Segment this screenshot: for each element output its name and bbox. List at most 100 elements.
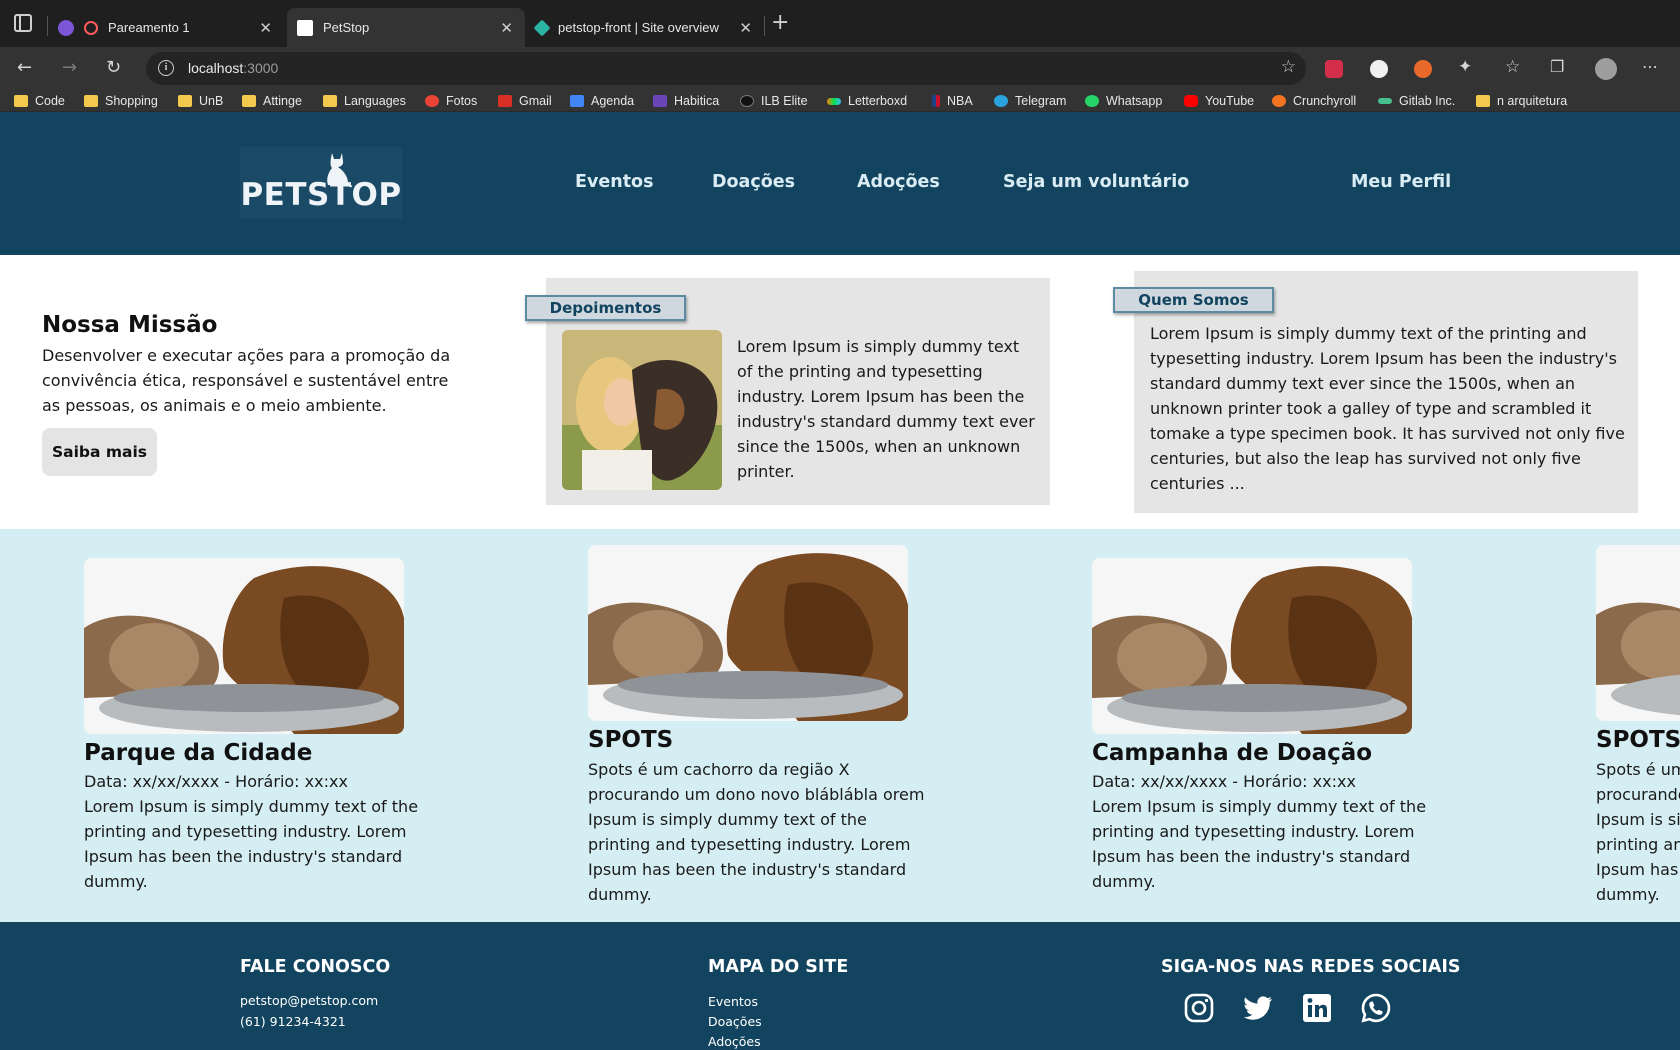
saiba-mais-button[interactable]: Saiba mais bbox=[42, 428, 157, 476]
sidebar-toggle-icon[interactable] bbox=[14, 14, 32, 32]
linkedin-icon[interactable] bbox=[1301, 992, 1333, 1024]
bookmark-label: UnB bbox=[199, 94, 224, 108]
footer-link-adocoes[interactable]: Adoções bbox=[708, 1034, 761, 1049]
new-tab-icon[interactable]: + bbox=[771, 10, 789, 35]
bookmark-label: ILB Elite bbox=[761, 94, 808, 108]
forward-icon[interactable]: → bbox=[62, 57, 77, 78]
tab-separator bbox=[47, 16, 48, 36]
tab-pareamento[interactable]: Pareamento 1 ✕ bbox=[56, 8, 284, 47]
favorites-icon[interactable]: ☆ bbox=[1505, 57, 1520, 77]
url-bar[interactable]: i localhost:3000 ☆ bbox=[146, 52, 1306, 85]
extension-icon[interactable] bbox=[1370, 60, 1388, 78]
footer-social-title: SIGA-NOS NAS REDES SOCIAIS bbox=[1161, 957, 1461, 977]
adoption-card[interactable]: SPOTS Spots é um cachorro da região X pr… bbox=[588, 545, 928, 907]
about-tag: Quem Somos bbox=[1113, 287, 1274, 313]
bookmark-arquitetura[interactable]: n arquitetura bbox=[1476, 92, 1567, 110]
woman-with-dog-image bbox=[562, 330, 722, 490]
bookmark-nba[interactable]: NBA bbox=[932, 92, 973, 110]
bookmark-label: Crunchyroll bbox=[1293, 94, 1357, 108]
instagram-icon[interactable] bbox=[1183, 992, 1215, 1024]
bookmark-label: NBA bbox=[947, 94, 973, 108]
footer-link-doacoes[interactable]: Doações bbox=[708, 1014, 762, 1029]
bookmark-code[interactable]: Code bbox=[14, 92, 65, 110]
event-card[interactable]: Campanha de Doação Data: xx/xx/xxxx - Ho… bbox=[1092, 558, 1432, 894]
bookmark-label: Shopping bbox=[105, 94, 158, 108]
bookmark-crunchyroll[interactable]: Crunchyroll bbox=[1272, 92, 1356, 110]
bookmark-habitica[interactable]: Habitica bbox=[653, 92, 719, 110]
footer-sitemap-title: MAPA DO SITE bbox=[708, 957, 849, 977]
url-text[interactable]: localhost:3000 bbox=[188, 60, 278, 76]
crunchyroll-extension-icon[interactable] bbox=[1414, 60, 1432, 78]
browser-tab-bar: Pareamento 1 ✕ PetStop ✕ petstop-front |… bbox=[0, 0, 1680, 47]
bookmark-agenda[interactable]: Agenda bbox=[570, 92, 634, 110]
bookmark-gitlab[interactable]: Gitlab Inc. bbox=[1378, 92, 1455, 110]
site-footer: FALE CONOSCO petstop@petstop.com (61) 91… bbox=[0, 922, 1680, 1050]
extensions-puzzle-icon[interactable]: ✦ bbox=[1458, 57, 1472, 77]
site-info-icon[interactable]: i bbox=[158, 60, 174, 76]
adoption-card[interactable]: SPOTS Spots é um cachorro da região X pr… bbox=[1596, 545, 1680, 907]
tab-separator bbox=[764, 16, 765, 36]
card-title: Parque da Cidade bbox=[84, 740, 313, 766]
nav-adocoes[interactable]: Adoções bbox=[857, 172, 940, 192]
about-text: Lorem Ipsum is simply dummy text of the … bbox=[1150, 324, 1625, 493]
whatsapp-icon bbox=[1085, 95, 1099, 107]
bookmark-ilb-elite[interactable]: ILB Elite bbox=[740, 92, 808, 110]
whatsapp-icon[interactable] bbox=[1360, 992, 1392, 1024]
bookmark-label: Code bbox=[35, 94, 65, 108]
back-icon[interactable]: ← bbox=[17, 57, 32, 78]
add-favorite-icon[interactable]: ☆ bbox=[1281, 57, 1296, 77]
card-text: Lorem Ipsum is simply dummy text of the … bbox=[1092, 797, 1427, 891]
collections-icon[interactable]: ❐ bbox=[1550, 57, 1564, 76]
url-port: :3000 bbox=[243, 60, 279, 76]
nba-icon bbox=[932, 95, 940, 107]
nav-meu-perfil[interactable]: Meu Perfil bbox=[1351, 172, 1451, 192]
mission-text: Desenvolver e executar ações para a prom… bbox=[42, 346, 451, 415]
nav-doacoes[interactable]: Doações bbox=[712, 172, 795, 192]
netlify-favicon-icon bbox=[533, 19, 551, 36]
bookmark-label: Gmail bbox=[519, 94, 552, 108]
bookmark-telegram[interactable]: Telegram bbox=[994, 92, 1066, 110]
folder-icon bbox=[242, 95, 256, 107]
bookmark-attinge[interactable]: Attinge bbox=[242, 92, 302, 110]
bookmark-fotos[interactable]: Fotos bbox=[425, 92, 477, 110]
logo-text: PETSTOP bbox=[240, 177, 402, 213]
more-menu-icon[interactable]: ⋯ bbox=[1642, 57, 1658, 76]
bookmark-label: Attinge bbox=[263, 94, 302, 108]
tab-netlify[interactable]: petstop-front | Site overview ✕ bbox=[526, 8, 764, 47]
footer-link-eventos[interactable]: Eventos bbox=[708, 994, 758, 1009]
card-photo bbox=[588, 545, 908, 721]
profile-avatar-icon[interactable] bbox=[1595, 58, 1617, 80]
bookmark-whatsapp[interactable]: Whatsapp bbox=[1085, 92, 1162, 110]
extension-icon[interactable] bbox=[1325, 60, 1343, 78]
bookmark-unb[interactable]: UnB bbox=[178, 92, 223, 110]
close-tab-icon[interactable]: ✕ bbox=[739, 19, 752, 37]
bookmark-label: n arquitetura bbox=[1497, 94, 1568, 108]
nav-voluntario[interactable]: Seja um voluntário bbox=[1003, 172, 1189, 192]
bookmark-label: Gitlab Inc. bbox=[1399, 94, 1456, 108]
tab-petstop[interactable]: PetStop ✕ bbox=[287, 8, 525, 47]
bookmark-gmail[interactable]: Gmail bbox=[498, 92, 552, 110]
bookmark-youtube[interactable]: YouTube bbox=[1184, 92, 1254, 110]
close-tab-icon[interactable]: ✕ bbox=[500, 19, 513, 37]
bookmark-letterboxd[interactable]: Letterboxd bbox=[827, 92, 907, 110]
footer-phone: (61) 91234-4321 bbox=[240, 1014, 346, 1029]
card-title: SPOTS bbox=[588, 727, 674, 753]
footer-email[interactable]: petstop@petstop.com bbox=[240, 993, 378, 1008]
cat-and-dog-eating-image bbox=[1092, 558, 1412, 734]
folder-icon bbox=[84, 95, 98, 107]
close-tab-icon[interactable]: ✕ bbox=[259, 19, 272, 37]
tab-title: PetStop bbox=[323, 20, 370, 35]
petstop-logo[interactable]: PETSTOP bbox=[240, 147, 402, 219]
calendar-icon bbox=[570, 95, 584, 107]
events-carousel[interactable]: Parque da Cidade Data: xx/xx/xxxx - Horá… bbox=[0, 529, 1680, 922]
event-card[interactable]: Parque da Cidade Data: xx/xx/xxxx - Horá… bbox=[84, 558, 424, 894]
url-host: localhost bbox=[188, 60, 244, 76]
bookmark-shopping[interactable]: Shopping bbox=[84, 92, 158, 110]
twitter-icon[interactable] bbox=[1242, 992, 1274, 1024]
reload-icon[interactable]: ↻ bbox=[106, 57, 121, 78]
cat-and-dog-eating-image bbox=[84, 558, 404, 734]
bookmark-languages[interactable]: Languages bbox=[323, 92, 406, 110]
bookmark-label: Agenda bbox=[591, 94, 635, 108]
card-date: Data: xx/xx/xxxx - Horário: xx:xx bbox=[84, 772, 348, 791]
nav-eventos[interactable]: Eventos bbox=[575, 172, 654, 192]
